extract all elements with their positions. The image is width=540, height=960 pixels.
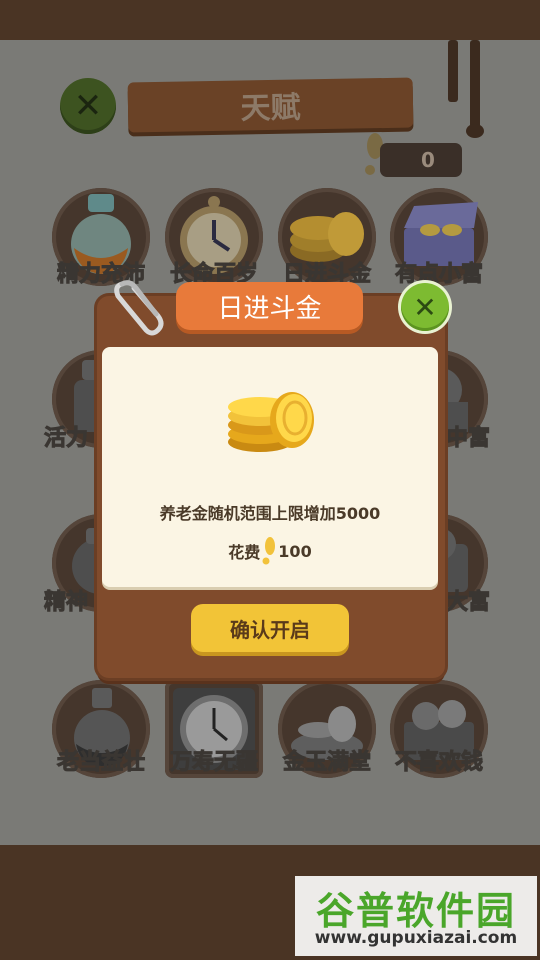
talent-label: 有点小富 [394,262,483,288]
watermark: 谷普软件园 www.gupuxiazai.com [295,876,537,956]
cost-value: 100 [278,541,312,561]
coin-counter: 0 [380,143,462,177]
rope-knot [466,124,484,138]
confirm-unlock-button[interactable]: 确认开启 [191,604,349,652]
dialog-close-button[interactable]: ✕ [401,283,449,331]
dialog-title-tab: 日进斗金 [176,282,363,330]
watermark-url: www.gupuxiazai.com [314,928,518,948]
talent-label: 不喜欢钱 [394,750,483,776]
page-title: 天赋 [240,90,301,127]
talent-label: 中富 [445,426,490,452]
page-title-plank: 天赋 [127,77,414,133]
talent-label: 活力 [43,426,88,452]
talent-label: 金玉满堂 [282,750,371,776]
hanging-rope-left [448,40,458,102]
confirm-label: 确认开启 [230,617,310,642]
close-icon: ✕ [73,86,103,126]
talent-label: 老当益壮 [56,750,145,776]
talent-label: 精神 [43,590,88,616]
hanging-rope-right [470,40,480,132]
dialog-title: 日进斗金 [217,293,322,324]
watermark-title: 谷普软件园 [315,889,516,933]
talent-label: 大富 [445,590,490,616]
gold-coins-icon [228,392,314,452]
talent-description: 养老金随机范围上限增加5000 [159,504,381,523]
cost-label: 花费 [228,543,261,562]
top-bar [0,0,540,40]
paperclip-icon [114,280,164,336]
gold-bean-icon [262,537,276,565]
talent-label: 万寿无疆 [169,750,258,776]
close-icon: ✕ [413,290,437,324]
coin-count: 0 [421,148,435,172]
cost-row: 花费 100 [102,537,438,565]
close-button[interactable]: ✕ [60,78,116,134]
